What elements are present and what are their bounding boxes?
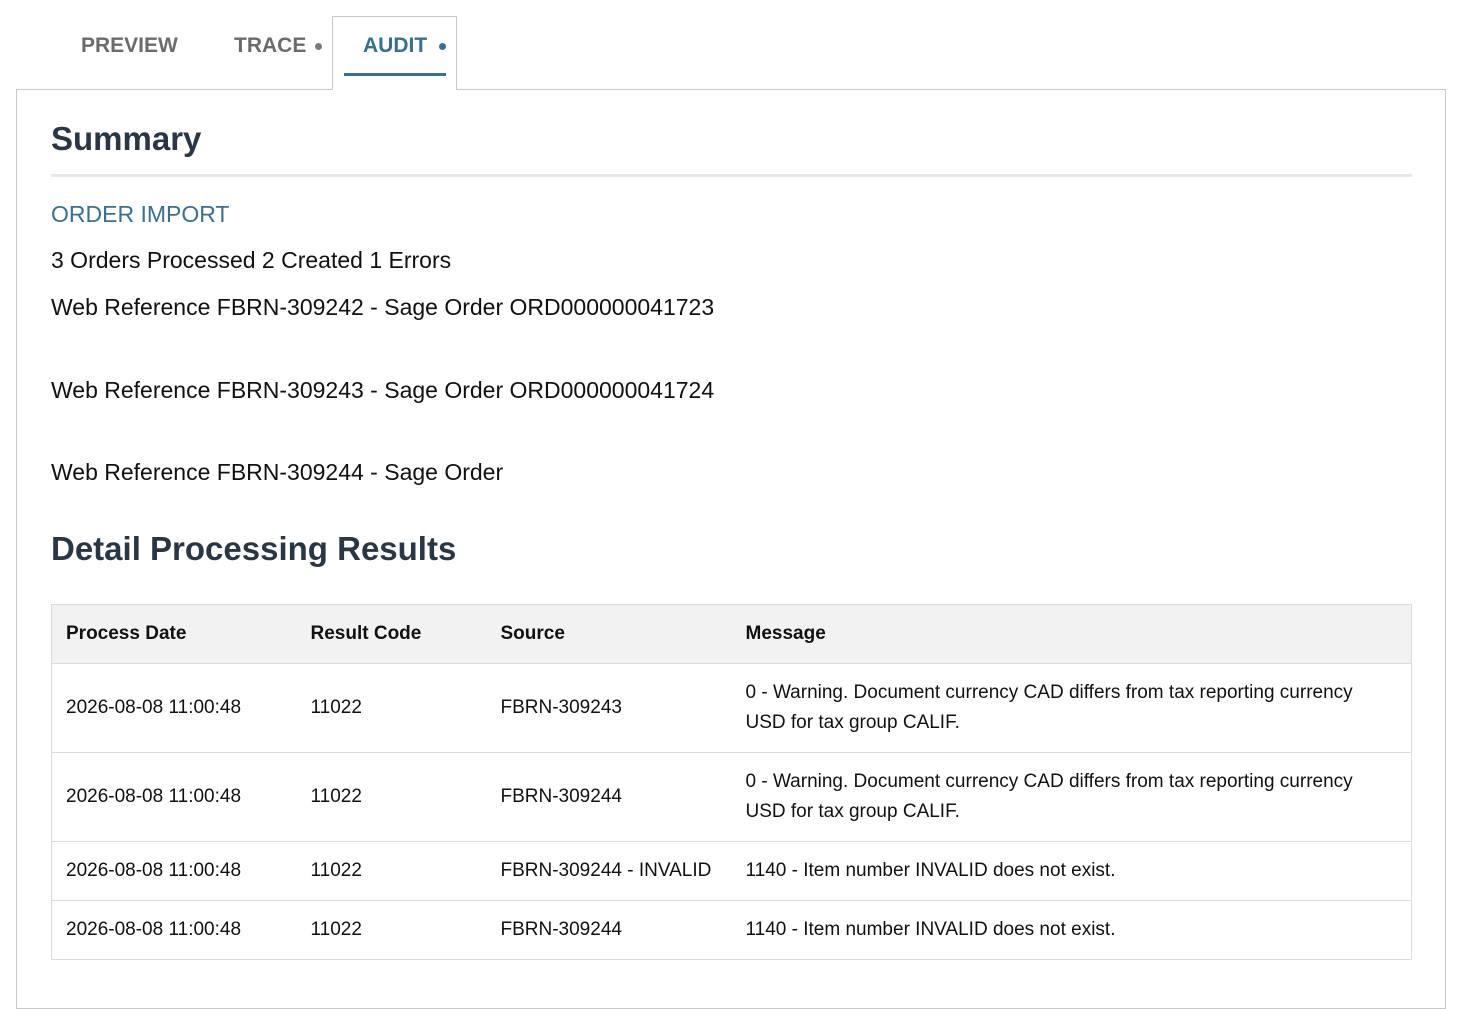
tab-trace-indicator-dot	[315, 43, 322, 50]
tab-bar: PREVIEW TRACE AUDIT	[0, 0, 1465, 90]
tab-audit-indicator-dot	[439, 43, 446, 50]
summary-heading: Summary	[51, 120, 202, 157]
audit-panel: Summary ORDER IMPORT 3 Orders Processed …	[16, 89, 1446, 1009]
cell-source: FBRN-309244	[486, 900, 732, 960]
tab-trace[interactable]: TRACE	[212, 16, 332, 90]
table-row: 2026-08-08 11:00:48 11022 FBRN-309244 - …	[51, 841, 1412, 901]
cell-process-date: 2026-08-08 11:00:48	[51, 752, 297, 842]
tab-preview[interactable]: PREVIEW	[60, 16, 200, 90]
cell-process-date: 2026-08-08 11:00:48	[51, 663, 297, 753]
cell-result-code: 11022	[296, 900, 487, 960]
column-header-process-date: Process Date	[51, 604, 297, 664]
cell-message: 1140 - Item number INVALID does not exis…	[731, 900, 1412, 960]
detail-heading: Detail Processing Results	[51, 530, 457, 567]
cell-source: FBRN-309244 - INVALID	[486, 841, 732, 901]
summary-divider	[51, 174, 1412, 177]
cell-message: 0 - Warning. Document currency CAD diffe…	[731, 752, 1412, 842]
results-table: Process Date Result Code Source Message …	[51, 604, 1412, 960]
cell-result-code: 11022	[296, 663, 487, 753]
column-header-result-code: Result Code	[296, 604, 487, 664]
tab-audit-label: AUDIT	[363, 34, 428, 57]
cell-process-date: 2026-08-08 11:00:48	[51, 900, 297, 960]
column-header-message: Message	[731, 604, 1412, 664]
web-reference-line: Web Reference FBRN-309242 - Sage Order O…	[51, 294, 715, 320]
cell-source: FBRN-309243	[486, 663, 732, 753]
tab-trace-label: TRACE	[234, 34, 307, 57]
cell-result-code: 11022	[296, 841, 487, 901]
cell-source: FBRN-309244	[486, 752, 732, 842]
cell-message: 1140 - Item number INVALID does not exis…	[731, 841, 1412, 901]
cell-message: 0 - Warning. Document currency CAD diffe…	[731, 663, 1412, 753]
table-row: 2026-08-08 11:00:48 11022 FBRN-309243 0 …	[51, 663, 1412, 753]
tab-audit-active-underline	[344, 73, 446, 76]
order-stats: 3 Orders Processed 2 Created 1 Errors	[51, 247, 452, 273]
web-reference-line: Web Reference FBRN-309243 - Sage Order O…	[51, 377, 715, 403]
tab-preview-label: PREVIEW	[81, 34, 178, 57]
cell-result-code: 11022	[296, 752, 487, 842]
order-import-label: ORDER IMPORT	[51, 201, 230, 227]
cell-process-date: 2026-08-08 11:00:48	[51, 841, 297, 901]
column-header-source: Source	[486, 604, 732, 664]
web-reference-line: Web Reference FBRN-309244 - Sage Order	[51, 459, 504, 485]
table-row: 2026-08-08 11:00:48 11022 FBRN-309244 0 …	[51, 752, 1412, 842]
table-row: 2026-08-08 11:00:48 11022 FBRN-309244 11…	[51, 900, 1412, 960]
tab-audit[interactable]: AUDIT	[332, 16, 457, 90]
table-header-row: Process Date Result Code Source Message	[51, 604, 1412, 664]
